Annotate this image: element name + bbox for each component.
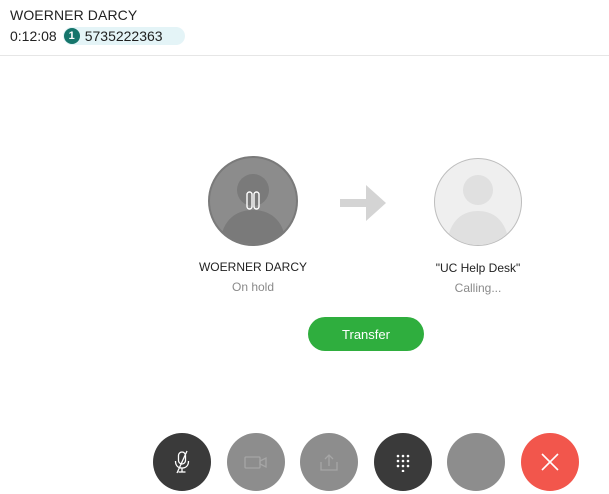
call-header: WOERNER DARCY 0:12:08 1 5735222363 xyxy=(0,0,609,56)
line-indicator: 1 5735222363 xyxy=(62,27,185,45)
call-info-row: 0:12:08 1 5735222363 xyxy=(10,26,185,46)
target-party-name: "UC Help Desk" xyxy=(435,261,521,275)
arrow-right-icon xyxy=(340,185,386,221)
pause-icon xyxy=(246,191,260,210)
dialpad-button[interactable] xyxy=(374,433,432,491)
line-phone-number: 5735222363 xyxy=(84,28,163,44)
held-party-status: On hold xyxy=(231,280,275,294)
more-options-button[interactable] xyxy=(447,433,505,491)
call-transfer-window: WOERNER DARCY 0:12:08 1 5735222363 WOERN… xyxy=(0,0,609,494)
share-button[interactable] xyxy=(300,433,358,491)
target-party-avatar xyxy=(434,158,522,246)
person-silhouette-icon xyxy=(447,175,509,245)
held-party: WOERNER DARCY On hold xyxy=(163,156,343,294)
end-call-button[interactable] xyxy=(521,433,579,491)
microphone-muted-icon xyxy=(174,450,190,474)
dialpad-icon xyxy=(396,454,410,472)
video-camera-icon xyxy=(244,456,267,469)
caller-name: WOERNER DARCY xyxy=(10,7,138,23)
held-party-avatar xyxy=(208,156,298,246)
mute-button[interactable] xyxy=(153,433,211,491)
line-number-badge: 1 xyxy=(63,28,80,44)
transfer-button[interactable]: Transfer xyxy=(308,317,424,351)
share-upload-icon xyxy=(320,454,338,471)
transfer-target-party: "UC Help Desk" Calling... xyxy=(388,158,568,295)
video-button[interactable] xyxy=(227,433,285,491)
target-party-status: Calling... xyxy=(454,281,502,295)
close-icon xyxy=(541,453,559,471)
held-party-name: WOERNER DARCY xyxy=(198,260,307,274)
call-duration: 0:12:08 xyxy=(10,28,57,44)
